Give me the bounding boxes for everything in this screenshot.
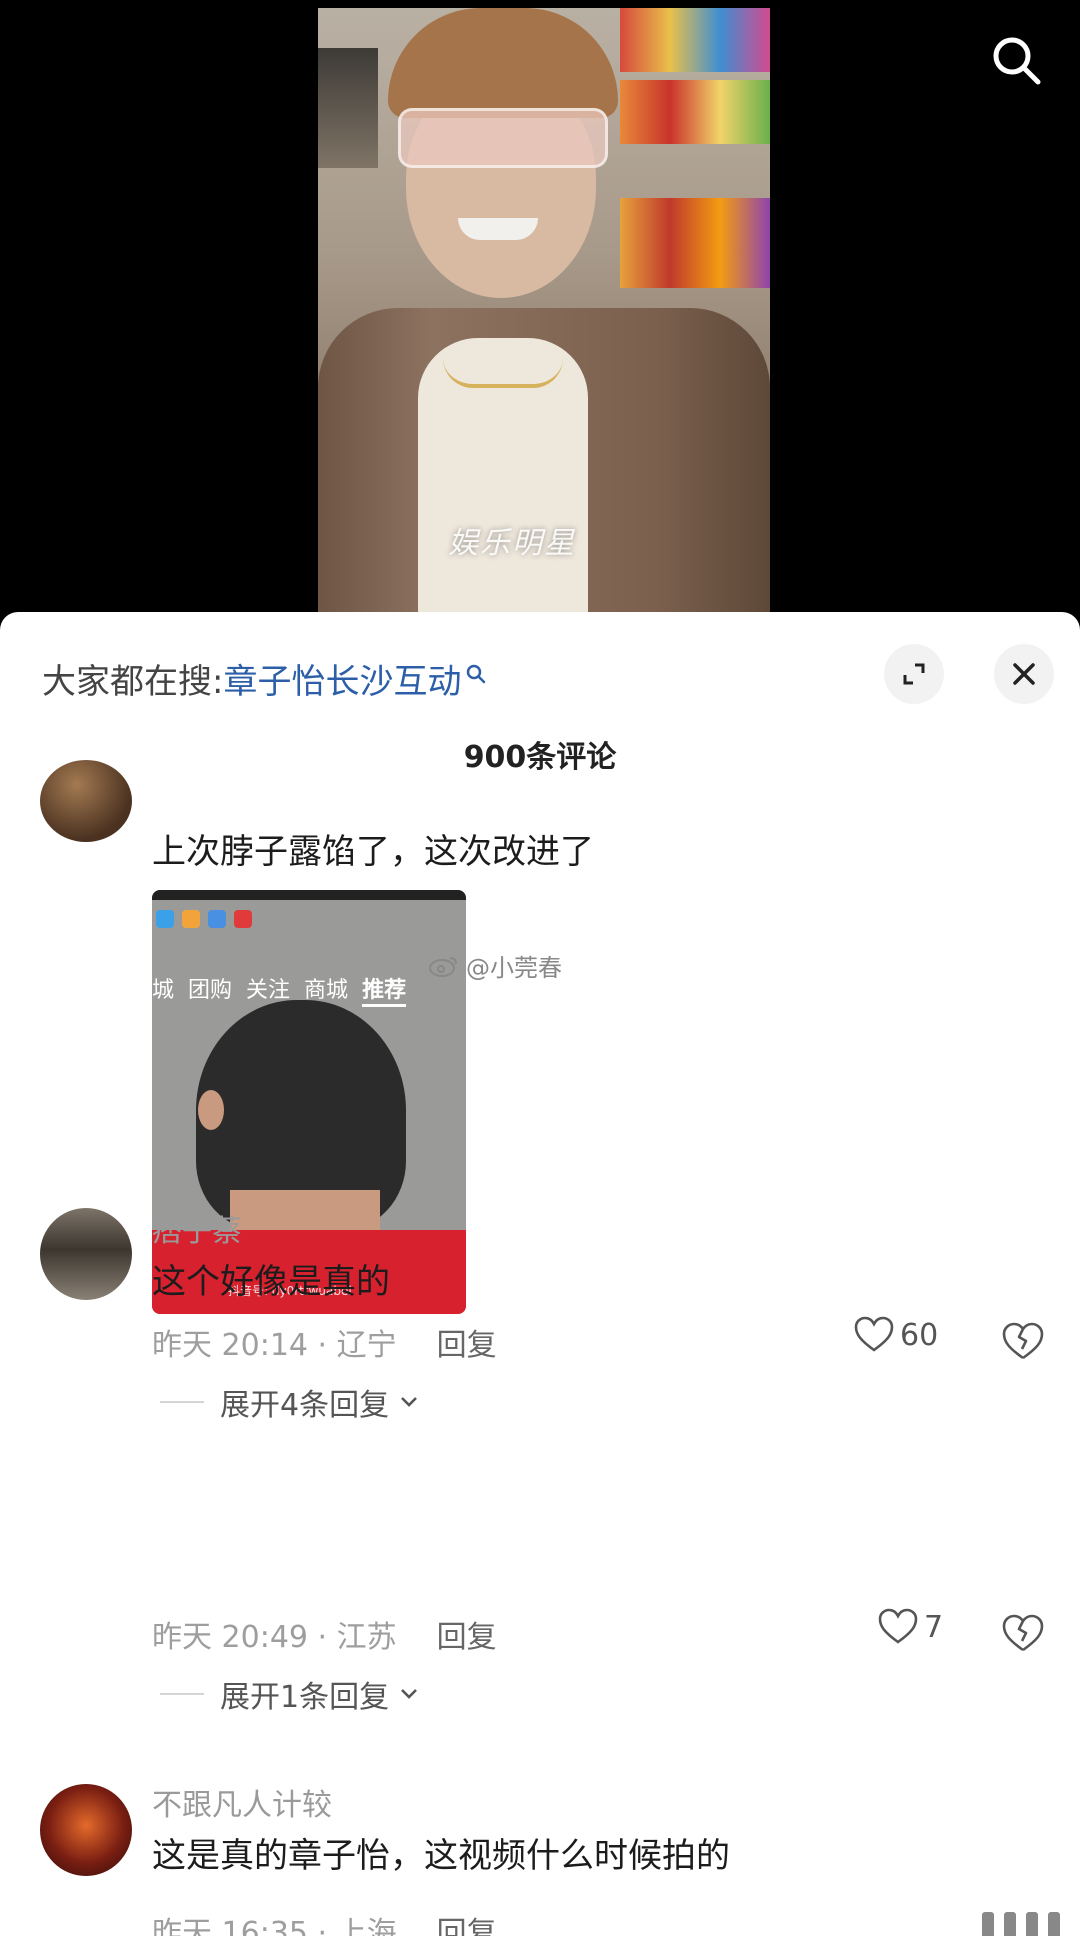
- expand-replies-label: 展开1条回复: [220, 1680, 390, 1715]
- reply-button[interactable]: 回复: [437, 1320, 497, 1364]
- reply-button[interactable]: 回复: [437, 1908, 497, 1936]
- search-button[interactable]: [984, 28, 1048, 92]
- comment-count: 900条评论: [463, 740, 617, 775]
- expand-replies[interactable]: 展开4条回复: [160, 1380, 419, 1424]
- chevron-down-icon: [401, 1397, 418, 1407]
- broken-heart-icon[interactable]: [1000, 1318, 1046, 1364]
- weibo-watermark: @小莞春: [428, 948, 562, 983]
- search-icon: [993, 37, 1041, 85]
- weibo-icon: [429, 956, 457, 977]
- comment-meta: 昨天 20:14 · 辽宁 回复: [152, 1320, 497, 1364]
- heart-icon: [878, 1608, 918, 1644]
- expand-icon: [903, 663, 925, 685]
- background-shelf: [620, 8, 770, 72]
- hot-search-prefix: 大家都在搜:: [42, 662, 224, 702]
- sunglasses: [398, 108, 608, 168]
- comment-sheet: 大家都在搜: 章子怡长沙互动 900条评论 上次脖子露馅了，这次改进了 城 团购…: [0, 612, 1080, 1936]
- video-frame[interactable]: 娱乐明星: [318, 8, 770, 612]
- close-icon: [1013, 663, 1035, 685]
- background-shelf: [620, 80, 770, 144]
- necklace: [443, 358, 563, 388]
- like-count: 7: [924, 1609, 944, 1645]
- broken-heart-icon[interactable]: [1000, 1610, 1046, 1656]
- comment-meta: 昨天 20:49 · 江苏 回复: [152, 1612, 497, 1656]
- comment-time-location: 昨天 20:49 · 江苏: [152, 1620, 397, 1655]
- embedded-status-bar: [152, 906, 466, 932]
- comment-time-location: 昨天 20:14 · 辽宁: [152, 1328, 397, 1363]
- avatar[interactable]: [40, 760, 132, 842]
- like-button[interactable]: 60: [854, 1316, 938, 1354]
- background-shelf: [620, 198, 770, 288]
- hot-search-bar[interactable]: 大家都在搜: 章子怡长沙互动: [42, 654, 487, 703]
- comment-time-location: 昨天 16:35 · 上海: [152, 1916, 397, 1936]
- comment-text: 上次脖子露馅了，这次改进了: [152, 832, 594, 872]
- small-search-icon: [467, 664, 486, 683]
- smile: [458, 218, 538, 240]
- chevron-down-icon: [401, 1689, 418, 1699]
- hot-search-term-text: 章子怡长沙互动: [223, 662, 462, 702]
- like-count: 60: [900, 1317, 939, 1353]
- expand-button[interactable]: [884, 644, 944, 704]
- comment-meta: 昨天 16:35 · 上海 回复: [152, 1908, 497, 1936]
- username[interactable]: 痞子蔡: [152, 1206, 242, 1250]
- video-watermark: 娱乐明星: [448, 526, 576, 561]
- embedded-tabs: 城 团购 关注 商城 推荐: [152, 972, 407, 1007]
- reply-button[interactable]: 回复: [437, 1612, 497, 1656]
- signal-bars: [982, 1912, 1060, 1936]
- hot-search-term[interactable]: 章子怡长沙互动: [223, 654, 487, 703]
- cap: [388, 8, 618, 118]
- comment-text: 这是真的章子怡，这视频什么时候拍的: [152, 1836, 730, 1876]
- avatar[interactable]: [40, 1208, 132, 1300]
- comment-image[interactable]: 城 团购 关注 商城 推荐 抖音号: dy0rttwuabel: [152, 890, 466, 1314]
- video-player[interactable]: 娱乐明星: [0, 0, 1080, 612]
- expand-replies-label: 展开4条回复: [220, 1388, 390, 1423]
- heart-icon: [854, 1316, 894, 1352]
- username[interactable]: 不跟凡人计较: [152, 1780, 332, 1824]
- comment-text: 这个好像是真的: [152, 1262, 390, 1302]
- like-button[interactable]: 7: [878, 1608, 943, 1646]
- avatar[interactable]: [40, 1784, 132, 1876]
- close-button[interactable]: [994, 644, 1054, 704]
- expand-replies[interactable]: 展开1条回复: [160, 1672, 419, 1716]
- background-person: [318, 48, 378, 168]
